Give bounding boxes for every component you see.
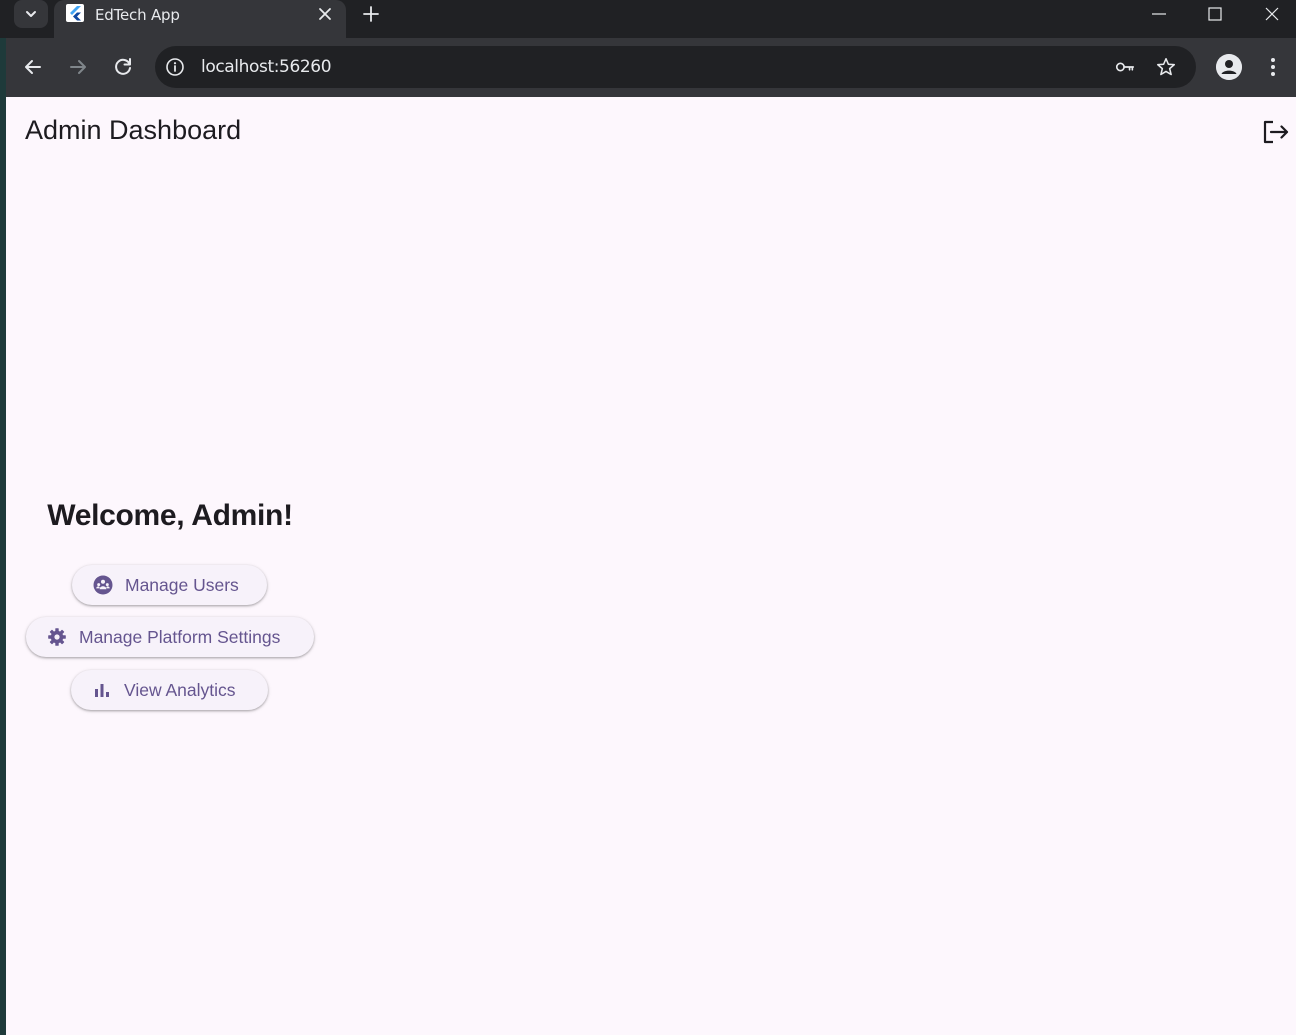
flutter-favicon-icon [66, 4, 84, 22]
forward-arrow-icon[interactable] [66, 55, 90, 79]
view-analytics-button[interactable]: View Analytics [71, 670, 268, 710]
browser-tab-active[interactable]: EdTech App [54, 0, 346, 38]
manage-users-label: Manage Users [125, 574, 239, 595]
view-analytics-label: View Analytics [124, 679, 236, 700]
window-close-icon[interactable] [1260, 3, 1284, 25]
welcome-heading: Welcome, Admin! [47, 499, 293, 532]
back-arrow-icon[interactable] [21, 55, 45, 79]
address-bar[interactable]: localhost:56260 [155, 46, 1196, 88]
tab-search-button[interactable] [14, 0, 48, 28]
tab-title: EdTech App [95, 6, 180, 24]
profile-avatar[interactable] [1216, 54, 1242, 80]
more-vert-icon[interactable] [1263, 55, 1283, 79]
group-icon [93, 575, 113, 595]
manage-platform-settings-button[interactable]: Manage Platform Settings [26, 617, 314, 657]
password-key-icon[interactable] [1114, 56, 1136, 78]
close-icon[interactable] [316, 5, 334, 23]
chevron-down-icon [26, 11, 36, 17]
person-icon [1216, 54, 1242, 80]
reload-icon[interactable] [111, 55, 135, 79]
bar-chart-icon [95, 684, 109, 697]
minimize-icon[interactable] [1147, 3, 1171, 25]
maximize-icon[interactable] [1203, 3, 1227, 25]
new-tab-plus-icon[interactable] [360, 3, 382, 25]
gear-icon [48, 628, 66, 646]
browser-toolbar: localhost:56260 [6, 38, 1296, 97]
page-viewport: Admin Dashboard Welcome, Admin! Manage U… [6, 97, 1296, 1035]
browser-titlebar: EdTech App [0, 0, 1296, 38]
page-title: Admin Dashboard [25, 115, 242, 145]
manage-platform-settings-label: Manage Platform Settings [79, 626, 281, 647]
logout-icon[interactable] [1260, 117, 1290, 147]
site-info-icon[interactable] [165, 57, 185, 77]
manage-users-button[interactable]: Manage Users [72, 565, 267, 605]
url-text[interactable]: localhost:56260 [201, 57, 332, 77]
bookmark-star-icon[interactable] [1155, 56, 1177, 78]
